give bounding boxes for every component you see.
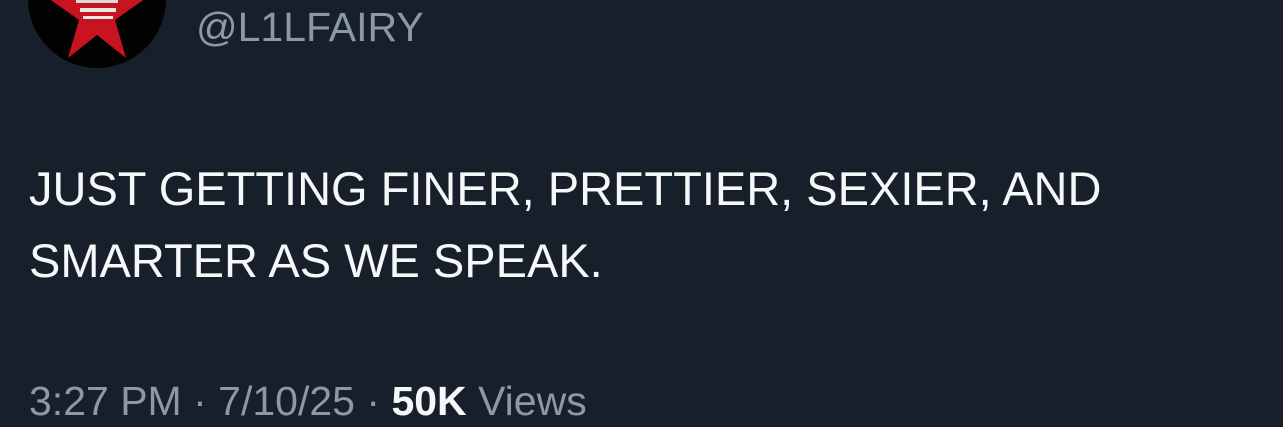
star-emblem-icon: [50, 0, 144, 58]
meta-separator: ·: [366, 378, 381, 424]
tweet-time[interactable]: 3:27 PM: [29, 378, 182, 424]
views-label: Views: [478, 378, 587, 424]
meta-separator: ·: [193, 378, 207, 424]
avatar[interactable]: [28, 0, 166, 68]
tweet-card: @L1LFAIRY JUST GETTING FINER, PRETTIER, …: [0, 0, 1283, 427]
tweet-text: JUST GETTING FINER, PRETTIER, SEXIER, AN…: [29, 162, 1102, 287]
tweet-date[interactable]: 7/10/25: [218, 378, 355, 424]
tweet-meta: 3:27 PM · 7/10/25 · 50K Views: [29, 376, 587, 426]
user-handle[interactable]: @L1LFAIRY: [196, 3, 424, 51]
views-count[interactable]: 50K: [391, 378, 466, 424]
